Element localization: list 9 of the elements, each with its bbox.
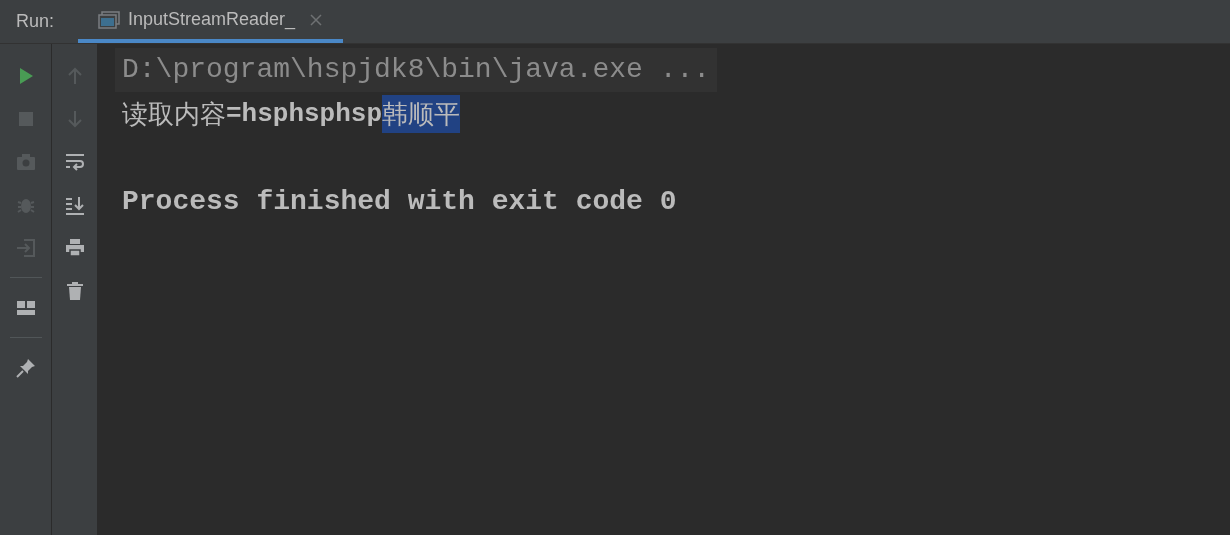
tab-label: InputStreamReader_ [128,8,296,32]
exit-status-line: Process finished with exit code 0 [122,185,677,219]
selected-text: 韩顺平 [382,95,461,133]
close-icon[interactable] [309,12,324,27]
run-label: Run: [16,10,55,33]
pin-icon[interactable] [14,356,37,379]
output-text: 读取内容 [122,98,226,131]
print-icon[interactable] [63,236,86,259]
window-icon [98,10,121,29]
